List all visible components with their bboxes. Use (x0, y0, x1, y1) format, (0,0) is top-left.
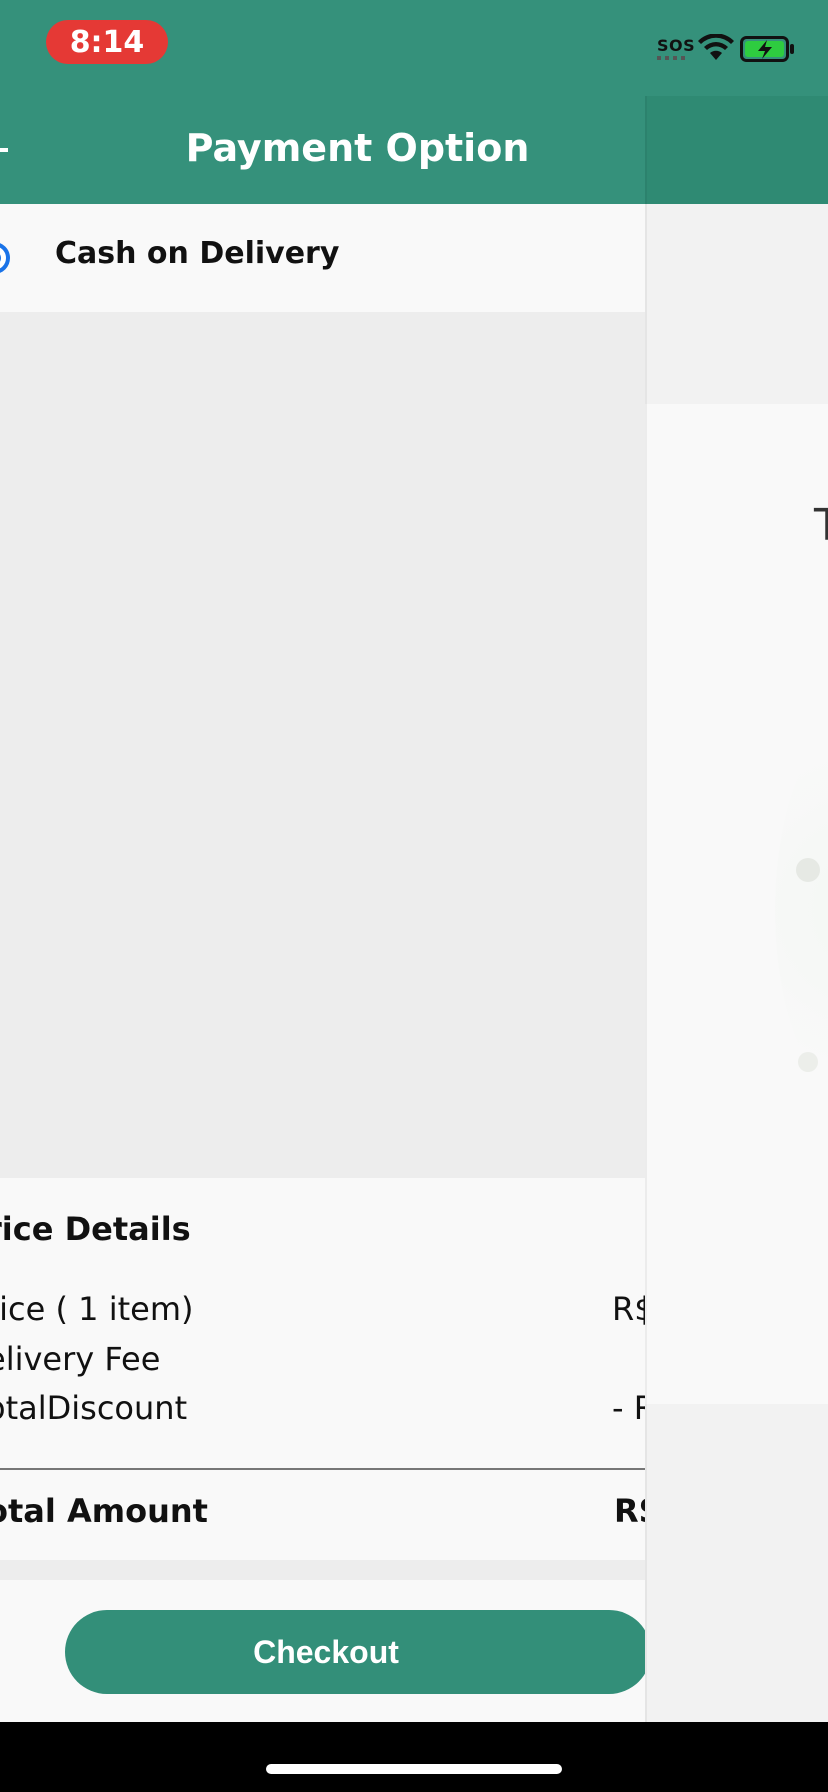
payment-option-label: Cash on Delivery (55, 236, 340, 271)
side-panel-top (645, 204, 828, 404)
battery-charging-icon (740, 36, 794, 62)
illustration-dot (798, 1052, 818, 1072)
price-details-title: rice Details (0, 1210, 191, 1248)
checkout-button[interactable]: Checkout (65, 1610, 651, 1694)
price-row-value: R$ (612, 1290, 645, 1328)
price-row-label: rice ( 1 item) (0, 1290, 194, 1328)
discount-label: otalDiscount (0, 1389, 188, 1427)
page-title: Payment Option (185, 126, 530, 170)
total-amount-value: RS (614, 1492, 645, 1530)
section-separator (0, 1560, 645, 1580)
status-time: 8:14 (46, 20, 168, 64)
side-panel-edge (645, 96, 647, 1722)
wifi-icon (698, 34, 734, 60)
sos-indicator: SOS (657, 36, 696, 55)
total-amount-label: otal Amount (0, 1492, 208, 1530)
side-panel-text: T (814, 500, 828, 551)
delivery-fee-label: elivery Fee (0, 1340, 161, 1378)
illustration-dot (796, 858, 820, 882)
price-divider (0, 1468, 645, 1470)
discount-value: - R (612, 1389, 645, 1427)
home-indicator[interactable] (266, 1764, 562, 1774)
empty-content-area (0, 312, 645, 1178)
app-screen: 8:14 SOS Payment Option Cash on Delivery… (0, 0, 828, 1722)
side-panel-bottom (645, 1404, 828, 1722)
signal-dots (657, 56, 687, 60)
